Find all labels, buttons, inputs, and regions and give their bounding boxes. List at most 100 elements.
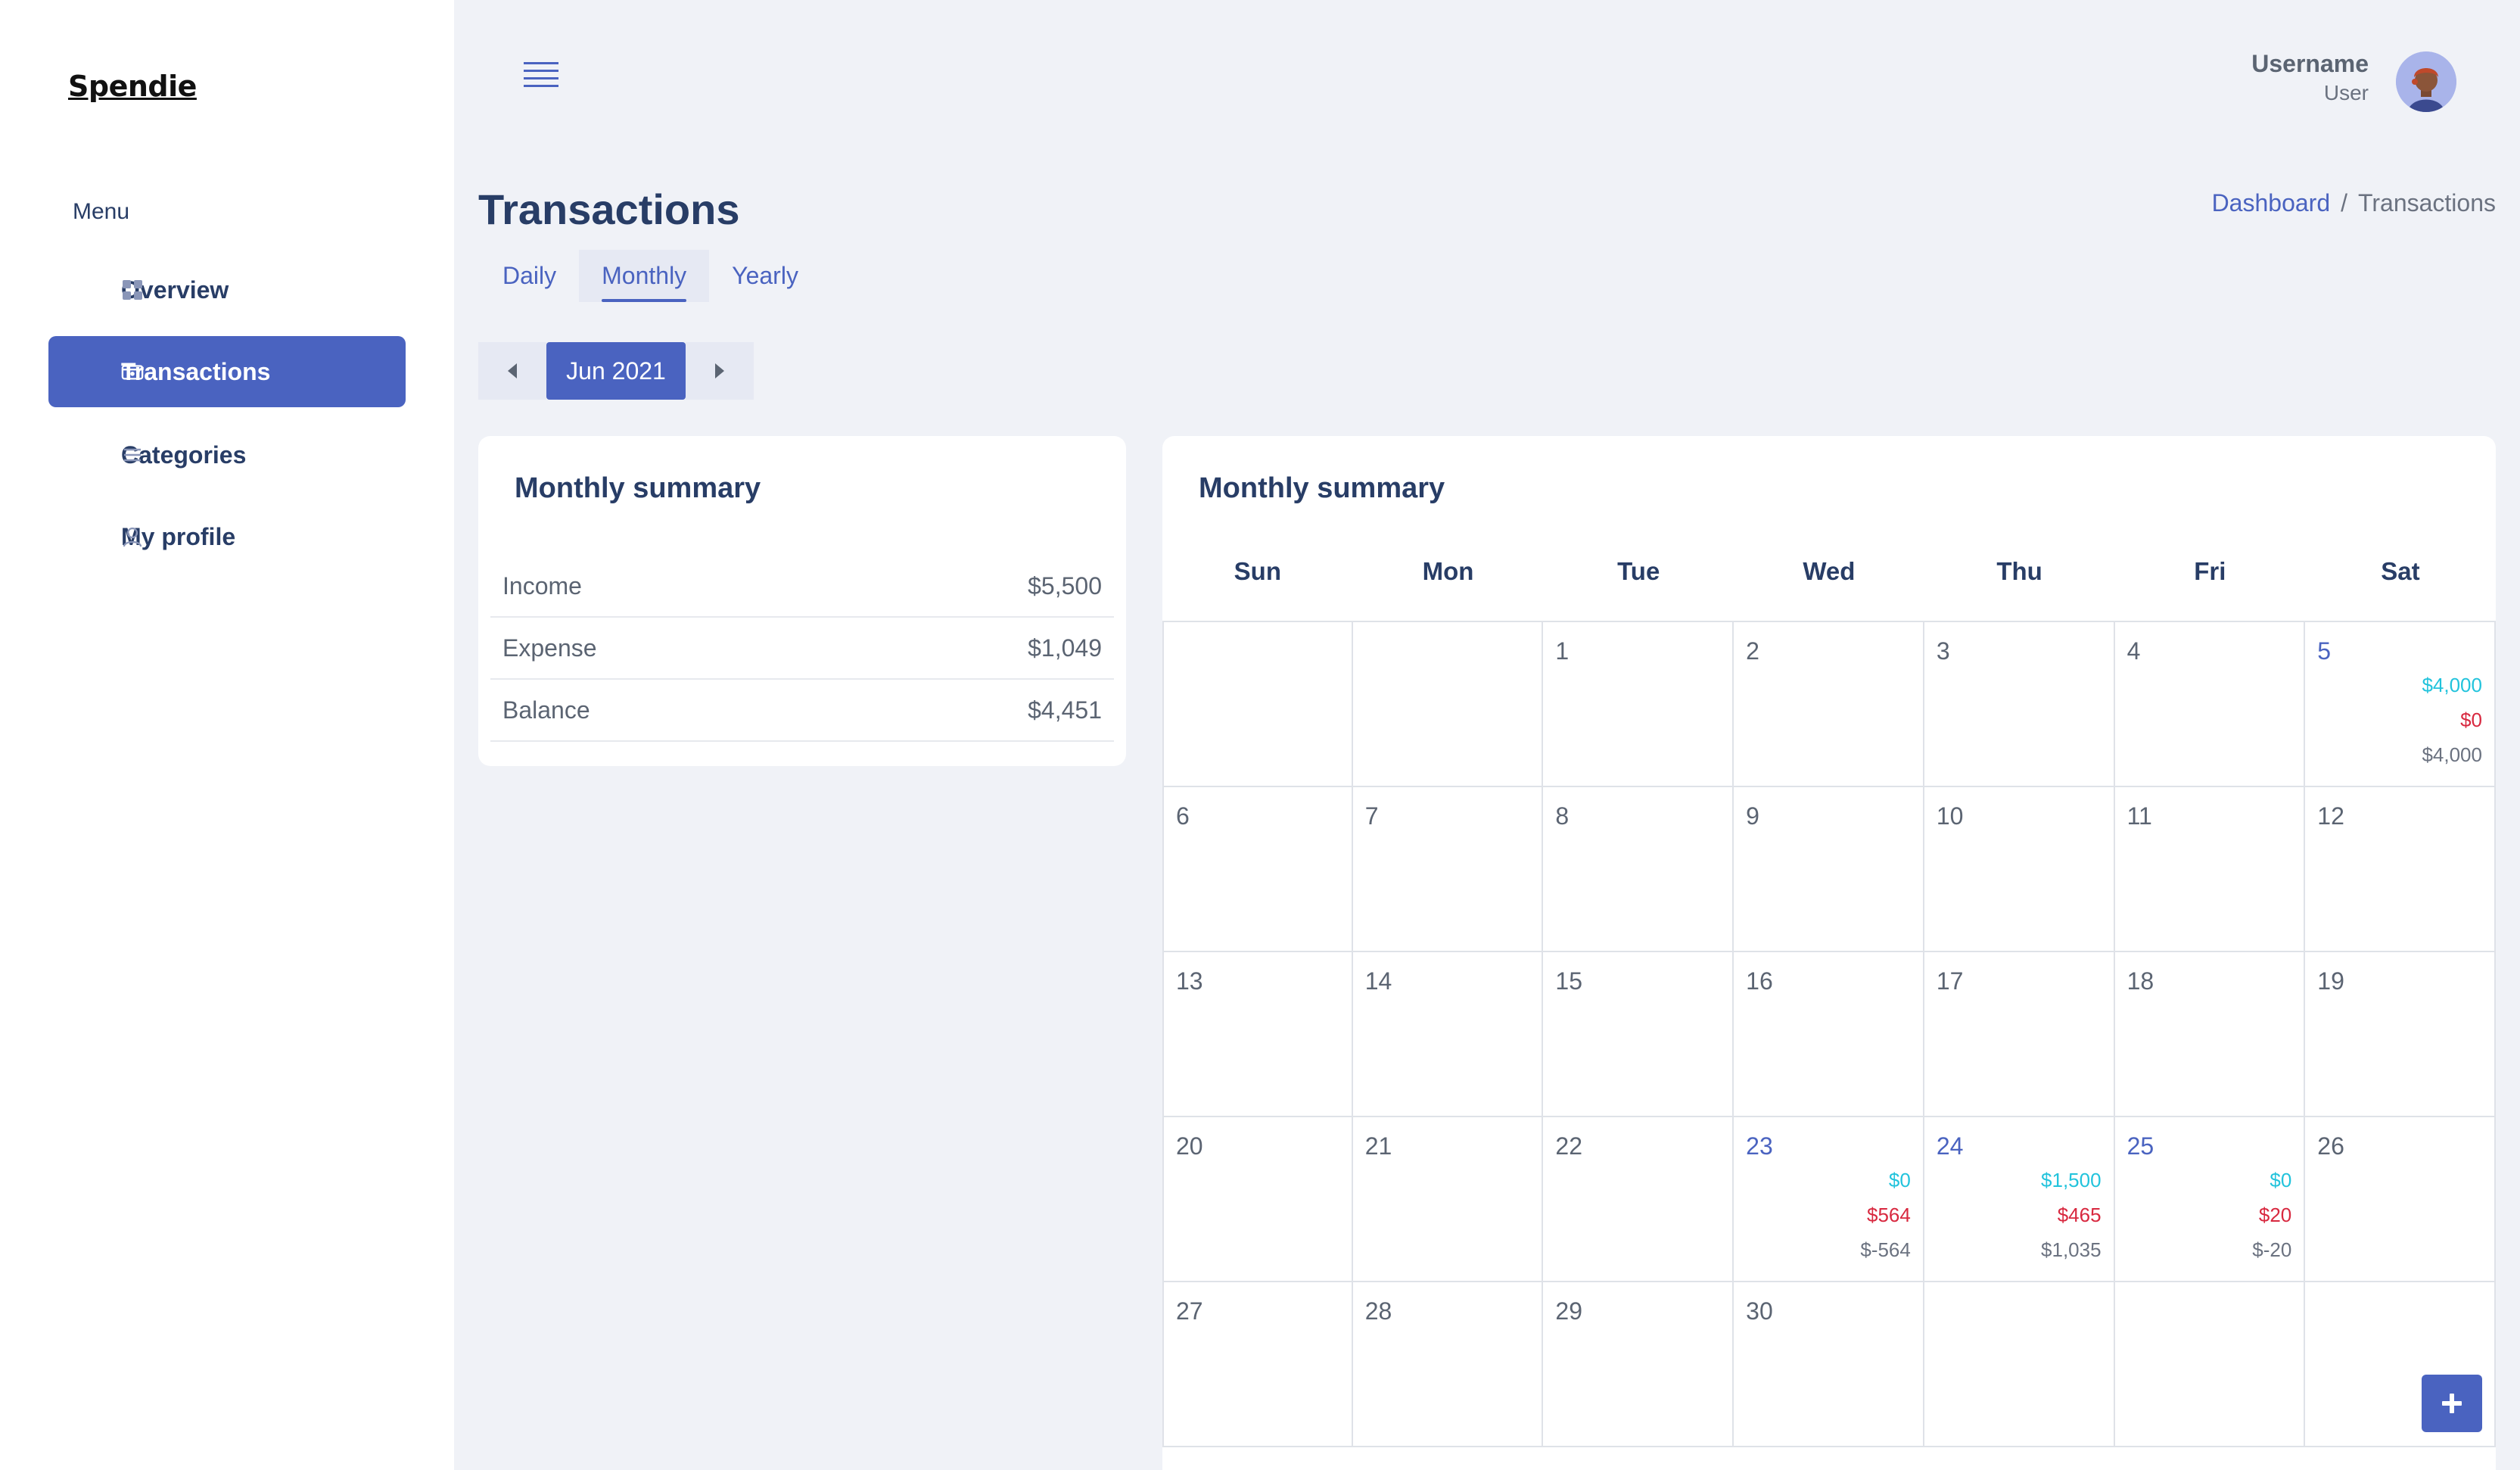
app-logo[interactable]: Spendie [68, 70, 197, 103]
sidebar-item-my-profile[interactable]: My profile [48, 501, 406, 572]
calendar-day-cell[interactable]: 29 [1543, 1282, 1734, 1447]
calendar-day-cell[interactable]: 17 [1924, 952, 2115, 1117]
calendar-day-cell[interactable]: 19 [2305, 952, 2496, 1117]
user-icon [121, 525, 144, 548]
calendar-day-cell[interactable]: 22 [1543, 1117, 1734, 1282]
day-number: 12 [2317, 802, 2344, 830]
calendar-day-cell[interactable]: 15 [1543, 952, 1734, 1117]
calendar-grid: 1 2 3 4 5 $4,000 $0 $4,000 6 7 8 9 10 11 12 13 14 15 16 17 1… [1162, 621, 2496, 1447]
caret-right-icon [715, 363, 724, 378]
day-income: $0 [2270, 1169, 2292, 1191]
calendar-day-cell[interactable]: 11 [2114, 787, 2306, 952]
user-info[interactable]: Username User [2251, 50, 2369, 105]
tab-daily[interactable]: Daily [480, 250, 579, 302]
sidebar: Spendie Menu Overview Transactions Categ… [0, 0, 454, 1470]
summary-label: Balance [502, 696, 590, 724]
plus-icon [2442, 1394, 2462, 1413]
list-icon [121, 444, 144, 466]
calendar-day-cell[interactable]: 26 [2305, 1117, 2496, 1282]
month-navigator: Jun 2021 [478, 342, 754, 400]
summary-label: Expense [502, 634, 597, 662]
prev-month-button[interactable] [478, 342, 546, 400]
day-number: 5 [2317, 637, 2332, 665]
page-title: Transactions [478, 185, 740, 233]
day-income: $0 [1888, 1169, 1911, 1191]
calendar-day-cell[interactable]: 20 [1162, 1117, 1353, 1282]
day-balance: $-564 [1860, 1238, 1911, 1261]
calendar-day-cell[interactable]: 23 $0 $564 $-564 [1734, 1117, 1924, 1282]
calendar-day-cell[interactable] [2114, 1282, 2306, 1447]
calendar-day-cell[interactable]: 24 $1,500 $465 $1,035 [1924, 1117, 2115, 1282]
calendar-day-cell[interactable]: 2 [1734, 622, 1924, 787]
day-number: 14 [1364, 967, 1392, 995]
day-expense: $20 [2258, 1204, 2292, 1226]
sidebar-item-overview[interactable]: Overview [48, 254, 406, 325]
day-number: 16 [1746, 967, 1773, 995]
next-month-button[interactable] [686, 342, 754, 400]
breadcrumb-current: Transactions [2358, 189, 2496, 216]
summary-row-balance: Balance $4,451 [490, 680, 1114, 742]
sidebar-item-categories[interactable]: Categories [48, 419, 406, 491]
weekday-label: Thu [1996, 557, 2042, 585]
calendar-day-cell[interactable]: 12 [2305, 787, 2496, 952]
hamburger-icon[interactable] [524, 62, 558, 89]
summary-card-title: Monthly summary [515, 472, 761, 504]
day-number: 23 [1746, 1132, 1773, 1160]
current-month-label[interactable]: Jun 2021 [546, 342, 686, 400]
day-number: 21 [1364, 1132, 1392, 1160]
calendar-day-cell[interactable]: 9 [1734, 787, 1924, 952]
monthly-summary-card: Monthly summary Income $5,500 Expense $1… [478, 436, 1126, 766]
day-number: 27 [1176, 1297, 1203, 1325]
day-income: $1,500 [2041, 1169, 2102, 1191]
user-role: User [2323, 81, 2369, 104]
day-number: 4 [2126, 637, 2141, 665]
summary-value: $5,500 [1028, 571, 1102, 600]
calendar-day-cell[interactable]: 21 [1352, 1117, 1544, 1282]
calendar-day-cell[interactable]: 25 $0 $20 $-20 [2114, 1117, 2306, 1282]
day-number: 8 [1555, 802, 1570, 830]
day-balance: $1,035 [2041, 1238, 2102, 1261]
calendar-day-cell[interactable]: 14 [1352, 952, 1544, 1117]
weekday-label: Tue [1617, 557, 1660, 585]
calendar-day-cell[interactable]: 7 [1352, 787, 1544, 952]
day-number: 25 [2126, 1132, 2154, 1160]
calendar-day-cell[interactable]: 3 [1924, 622, 2115, 787]
day-number: 18 [2126, 967, 2154, 995]
calendar-day-cell[interactable]: 30 [1734, 1282, 1924, 1447]
calendar-day-cell[interactable]: 5 $4,000 $0 $4,000 [2305, 622, 2496, 787]
summary-row-expense: Expense $1,049 [490, 618, 1114, 680]
calendar-day-cell[interactable] [1352, 622, 1544, 787]
calendar-card-title: Monthly summary [1199, 472, 1445, 504]
day-expense: $465 [2057, 1204, 2102, 1226]
day-amounts: $0 $20 $-20 [2252, 1163, 2291, 1267]
summary-value: $1,049 [1028, 634, 1102, 662]
weekday-label: Mon [1422, 557, 1474, 585]
day-balance: $-20 [2252, 1238, 2292, 1261]
tab-monthly[interactable]: Monthly [579, 250, 710, 302]
calendar-day-cell[interactable]: 13 [1162, 952, 1353, 1117]
calendar-day-cell[interactable]: 8 [1543, 787, 1734, 952]
calendar-day-cell[interactable]: 1 [1543, 622, 1734, 787]
day-number: 29 [1555, 1297, 1583, 1325]
calendar-day-cell[interactable]: 10 [1924, 787, 2115, 952]
day-amounts: $4,000 $0 $4,000 [2422, 668, 2482, 772]
sidebar-item-transactions[interactable]: Transactions [48, 336, 406, 407]
day-number: 19 [2317, 967, 2344, 995]
calendar-day-cell[interactable]: 6 [1162, 787, 1353, 952]
day-number: 10 [1936, 802, 1964, 830]
weekday-label: Wed [1803, 557, 1856, 585]
calendar-day-cell[interactable]: 16 [1734, 952, 1924, 1117]
calendar-day-cell[interactable] [1162, 622, 1353, 787]
day-number: 20 [1176, 1132, 1203, 1160]
calendar-day-cell[interactable] [1924, 1282, 2115, 1447]
breadcrumb-dashboard-link[interactable]: Dashboard [2212, 189, 2331, 216]
calendar-day-cell[interactable]: 4 [2114, 622, 2306, 787]
calendar-day-cell[interactable]: 27 [1162, 1282, 1353, 1447]
add-transaction-button[interactable] [2422, 1375, 2482, 1432]
weekday-label: Sat [2381, 557, 2420, 585]
calendar-day-cell[interactable]: 28 [1352, 1282, 1544, 1447]
tab-yearly[interactable]: Yearly [709, 250, 821, 302]
avatar[interactable] [2396, 51, 2456, 112]
calendar-day-cell[interactable]: 18 [2114, 952, 2306, 1117]
summary-table: Income $5,500 Expense $1,049 Balance $4,… [490, 556, 1114, 742]
